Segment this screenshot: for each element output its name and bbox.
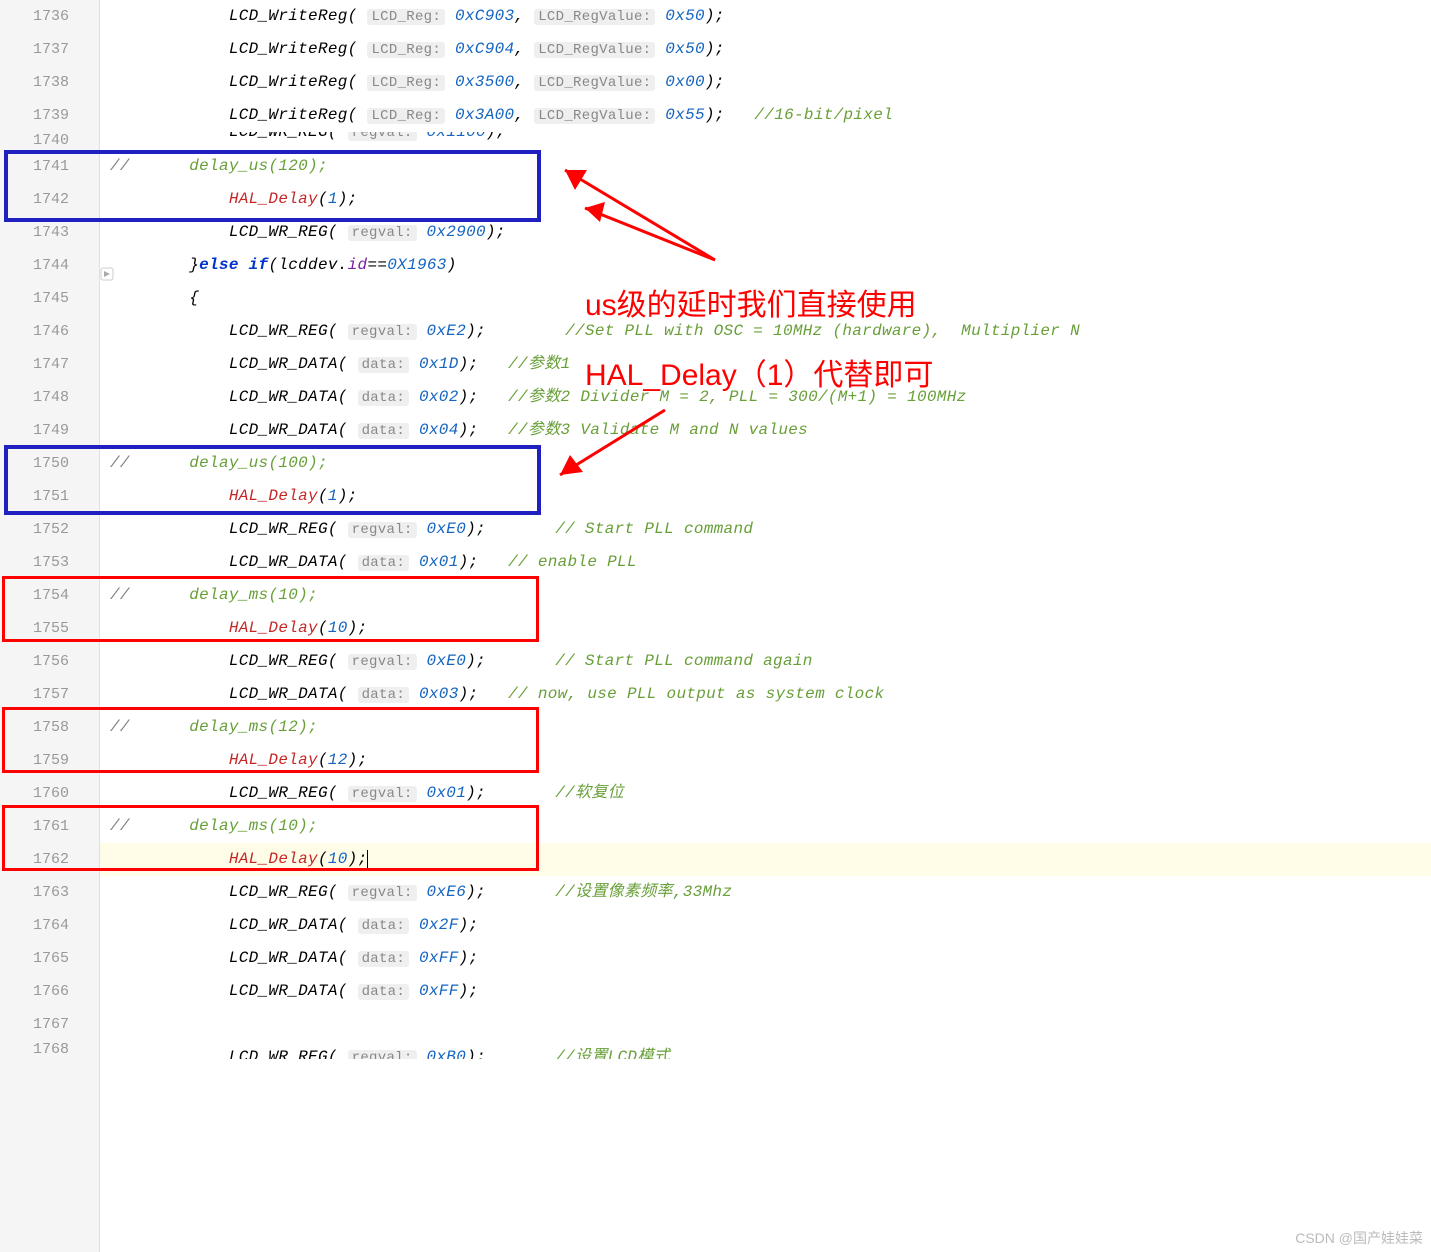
line-number: 1755: [0, 612, 99, 645]
line-number: 1743: [0, 216, 99, 249]
line-number: 1738: [0, 66, 99, 99]
code-line[interactable]: LCD_WR_REG( regval: 0x1100);: [100, 132, 1431, 150]
code-line[interactable]: LCD_WR_DATA( data: 0x04); //参数3 Validate…: [100, 414, 1431, 447]
code-line[interactable]: // delay_ms(10);: [100, 810, 1431, 843]
line-number: 1759: [0, 744, 99, 777]
text-cursor: [367, 850, 368, 868]
code-line[interactable]: LCD_WR_REG( regval: 0xE0); // Start PLL …: [100, 645, 1431, 678]
line-number: 1766: [0, 975, 99, 1008]
line-number: 1763: [0, 876, 99, 909]
code-line[interactable]: LCD_WriteReg( LCD_Reg: 0xC903, LCD_RegVa…: [100, 0, 1431, 33]
line-number: 1742: [0, 183, 99, 216]
code-line[interactable]: LCD_WR_REG( regval: 0xE6); //设置像素频率,33Mh…: [100, 876, 1431, 909]
line-number: 1758: [0, 711, 99, 744]
line-number: 1757: [0, 678, 99, 711]
code-line[interactable]: {: [100, 282, 1431, 315]
line-number: 1762: [0, 843, 99, 876]
code-line[interactable]: LCD_WriteReg( LCD_Reg: 0x3A00, LCD_RegVa…: [100, 99, 1431, 132]
code-line[interactable]: LCD_WR_DATA( data: 0xFF);: [100, 975, 1431, 1008]
line-number: 1744: [0, 249, 99, 282]
line-number: 1760: [0, 777, 99, 810]
line-number: 1750: [0, 447, 99, 480]
line-number: 1768: [0, 1041, 99, 1059]
code-line[interactable]: // delay_ms(12);: [100, 711, 1431, 744]
code-line-current[interactable]: HAL_Delay(10);: [100, 843, 1431, 876]
code-line[interactable]: LCD_WriteReg( LCD_Reg: 0x3500, LCD_RegVa…: [100, 66, 1431, 99]
line-number: 1737: [0, 33, 99, 66]
code-line[interactable]: HAL_Delay(1);: [100, 480, 1431, 513]
code-line[interactable]: LCD_WR_DATA( data: 0x1D); //参数1: [100, 348, 1431, 381]
code-line[interactable]: // delay_us(100);: [100, 447, 1431, 480]
line-number: 1748: [0, 381, 99, 414]
line-number: 1756: [0, 645, 99, 678]
code-line[interactable]: [100, 1008, 1431, 1041]
line-number: 1747: [0, 348, 99, 381]
line-number: 1739: [0, 99, 99, 132]
code-line[interactable]: LCD_WR_DATA( data: 0xFF);: [100, 942, 1431, 975]
code-line[interactable]: HAL_Delay(12);: [100, 744, 1431, 777]
line-number: 1741: [0, 150, 99, 183]
line-number-gutter: 1736 1737 1738 1739 1740 1741 1742 1743 …: [0, 0, 100, 1252]
code-line[interactable]: }else if(lcddev.id==0X1963): [100, 249, 1431, 282]
code-line[interactable]: LCD_WR_DATA( data: 0x02); //参数2 Divider …: [100, 381, 1431, 414]
code-line[interactable]: LCD_WR_DATA( data: 0x03); // now, use PL…: [100, 678, 1431, 711]
line-number: 1765: [0, 942, 99, 975]
code-line[interactable]: // delay_ms(10);: [100, 579, 1431, 612]
code-line[interactable]: HAL_Delay(1);: [100, 183, 1431, 216]
line-number: 1751: [0, 480, 99, 513]
code-line[interactable]: LCD_WR_REG( regval: 0xE0); // Start PLL …: [100, 513, 1431, 546]
code-line[interactable]: LCD_WR_DATA( data: 0x01); // enable PLL: [100, 546, 1431, 579]
watermark-text: CSDN @国产娃娃菜: [1295, 1228, 1423, 1248]
line-number: 1767: [0, 1008, 99, 1041]
code-line[interactable]: HAL_Delay(10);: [100, 612, 1431, 645]
line-number: 1745: [0, 282, 99, 315]
line-number: 1746: [0, 315, 99, 348]
code-line[interactable]: LCD_WR_REG( regval: 0xE2); //Set PLL wit…: [100, 315, 1431, 348]
code-line[interactable]: // delay_us(120);: [100, 150, 1431, 183]
line-number: 1753: [0, 546, 99, 579]
code-line[interactable]: LCD_WR_REG( regval: 0x2900);: [100, 216, 1431, 249]
line-number: 1752: [0, 513, 99, 546]
code-line[interactable]: LCD_WR_REG( regval: 0x01); //软复位: [100, 777, 1431, 810]
line-number: 1764: [0, 909, 99, 942]
code-content[interactable]: LCD_WriteReg( LCD_Reg: 0xC903, LCD_RegVa…: [100, 0, 1431, 1252]
line-number: 1736: [0, 0, 99, 33]
code-editor: 1736 1737 1738 1739 1740 1741 1742 1743 …: [0, 0, 1431, 1252]
line-number: 1754: [0, 579, 99, 612]
line-number: 1740: [0, 132, 99, 150]
line-number: 1749: [0, 414, 99, 447]
code-line[interactable]: LCD_WR_REG( regval: 0xB0); //设置LCD模式: [100, 1041, 1431, 1059]
code-line[interactable]: LCD_WR_DATA( data: 0x2F);: [100, 909, 1431, 942]
line-number: 1761: [0, 810, 99, 843]
code-line[interactable]: LCD_WriteReg( LCD_Reg: 0xC904, LCD_RegVa…: [100, 33, 1431, 66]
